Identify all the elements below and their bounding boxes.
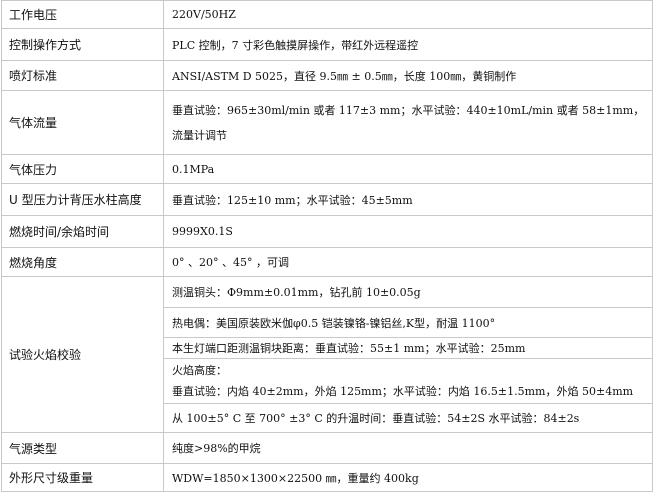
row-label: 燃烧角度: [1, 247, 164, 277]
table-row: 气体压力 0.1MPa: [1, 154, 653, 184]
sub-row: 从 100±5° C 至 700° ±3° C 的升温时间：垂直试验：54±2S…: [165, 404, 652, 432]
row-label: 试验火焰校验: [1, 276, 164, 433]
row-value: 9999X0.1S: [163, 215, 653, 248]
row-value: 纯度>98%的甲烷: [163, 432, 653, 464]
row-label: 燃烧时间/余焰时间: [1, 215, 164, 248]
table-row: 喷灯标准 ANSI/ASTM D 5025，直径 9.5㎜ ± 0.5㎜，长度 …: [1, 60, 653, 91]
table-row: 试验火焰校验 测温铜头：Φ9mm±0.01mm，钻孔前 10±0.05g 热电偶…: [1, 276, 653, 433]
flow-line-2: 流量计调节: [172, 128, 227, 142]
sub-text: 从 100±5° C 至 700° ±3° C 的升温时间：垂直试验：54±2S…: [172, 412, 580, 425]
table-row: 燃烧时间/余焰时间 9999X0.1S: [1, 215, 653, 248]
table-row: 燃烧角度 0° 、20° 、45° ，可调: [1, 247, 653, 277]
sub-row: 本生灯端口距测温铜块距离：垂直试验：55±1 mm；水平试验：25mm: [164, 338, 652, 359]
row-label: 气体流量: [1, 90, 164, 155]
row-label: 气源类型: [1, 432, 164, 464]
row-value: 垂直试验：125±10 mm；水平试验：45±5mm: [163, 183, 653, 216]
sub-row: 火焰高度： 垂直试验：内焰 40±2mm，外焰 125mm；水平试验：内焰 16…: [164, 359, 652, 404]
row-value: 测温铜头：Φ9mm±0.01mm，钻孔前 10±0.05g 热电偶：美国原装欧米…: [163, 276, 653, 433]
row-value: 220V/50HZ: [163, 0, 653, 29]
row-label: 工作电压: [1, 0, 164, 29]
table-row: 气源类型 纯度>98%的甲烷: [1, 432, 653, 464]
sub-text: 热电偶：美国原装欧米伽φ0.5 铠装镍铬-镍铝丝,K型，耐温 1100°: [172, 316, 496, 330]
row-label: 外形尺寸级重量: [1, 463, 164, 492]
sub-text: 火焰高度：: [172, 364, 227, 377]
table-row: 气体流量 垂直试验：965±30ml/min 或者 117±3 mm；水平试验：…: [1, 90, 653, 155]
row-value: 0° 、20° 、45° ，可调: [163, 247, 653, 277]
row-label: 控制操作方式: [1, 28, 164, 61]
table-row: 外形尺寸级重量 WDW=1850×1300×22500 ㎜，重量约 400kg: [1, 463, 653, 492]
sub-text: 测温铜头：Φ9mm±0.01mm，钻孔前 10±0.05g: [172, 286, 421, 299]
row-value: ANSI/ASTM D 5025，直径 9.5㎜ ± 0.5㎜，长度 100㎜，…: [163, 60, 653, 91]
row-value: 0.1MPa: [163, 154, 653, 184]
table-row: 控制操作方式 PLC 控制，7 寸彩色触摸屏操作，带红外远程遥控: [1, 28, 653, 61]
sub-text: 垂直试验：内焰 40±2mm，外焰 125mm；水平试验：内焰 16.5±1.5…: [172, 385, 634, 398]
sub-text: 本生灯端口距测温铜块距离：垂直试验：55±1 mm；水平试验：25mm: [172, 342, 526, 355]
row-value: PLC 控制，7 寸彩色触摸屏操作，带红外远程遥控: [163, 28, 653, 61]
table-row: U 型压力计背压水柱高度 垂直试验：125±10 mm；水平试验：45±5mm: [1, 183, 653, 216]
row-label: 气体压力: [1, 154, 164, 184]
row-label: U 型压力计背压水柱高度: [1, 183, 164, 216]
sub-row: 热电偶：美国原装欧米伽φ0.5 铠装镍铬-镍铝丝,K型，耐温 1100°: [164, 308, 652, 338]
flow-line-1: 垂直试验：965±30ml/min 或者 117±3 mm；水平试验：440±1…: [172, 103, 645, 117]
sub-row: 测温铜头：Φ9mm±0.01mm，钻孔前 10±0.05g: [164, 278, 652, 308]
spec-table: 工作电压 220V/50HZ 控制操作方式 PLC 控制，7 寸彩色触摸屏操作，…: [1, 0, 653, 492]
row-value: 垂直试验：965±30ml/min 或者 117±3 mm；水平试验：440±1…: [163, 90, 653, 155]
row-label: 喷灯标准: [1, 60, 164, 91]
table-row: 工作电压 220V/50HZ: [1, 0, 653, 29]
row-value: WDW=1850×1300×22500 ㎜，重量约 400kg: [163, 463, 653, 492]
